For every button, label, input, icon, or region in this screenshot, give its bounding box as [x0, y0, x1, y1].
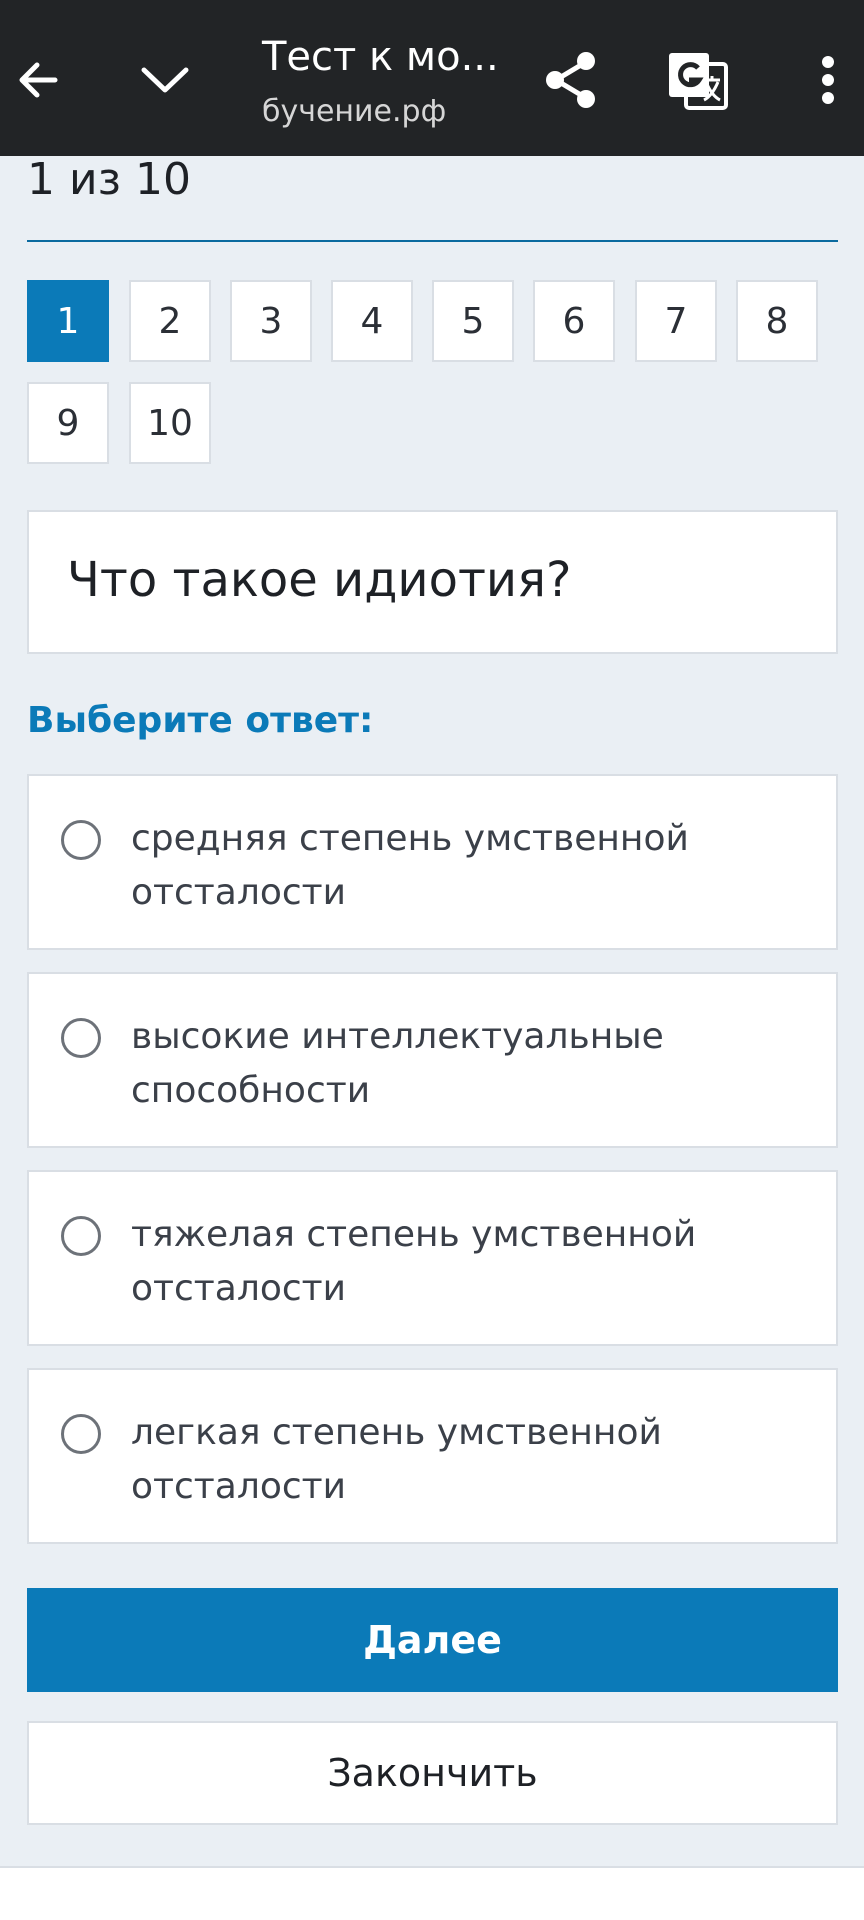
question-number-4[interactable]: 4	[331, 280, 413, 362]
radio-button[interactable]	[61, 1018, 101, 1058]
question-number-5[interactable]: 5	[432, 280, 514, 362]
question-number-9[interactable]: 9	[27, 382, 109, 464]
answer-option-3[interactable]: тяжелая степень умственной отсталости	[27, 1170, 838, 1346]
question-number-10[interactable]: 10	[129, 382, 211, 464]
browser-toolbar: Тест к мо... бучение.рф	[0, 0, 864, 156]
chevron-down-icon	[141, 67, 189, 93]
page-title: Тест к мо...	[262, 34, 499, 80]
more-options-button[interactable]	[800, 42, 856, 118]
question-card: Что такое идиотия?	[27, 510, 838, 654]
answer-option-2[interactable]: высокие интеллектуальные способности	[27, 972, 838, 1148]
translate-button[interactable]	[660, 46, 736, 116]
answer-option-4[interactable]: легкая степень умственной отсталости	[27, 1368, 838, 1544]
more-vertical-icon	[822, 56, 834, 104]
progress-counter: 1 из 10	[27, 154, 191, 205]
question-number-8[interactable]: 8	[736, 280, 818, 362]
arrow-left-icon	[19, 62, 58, 98]
answer-option-text: средняя степень умственной отсталости	[131, 818, 689, 913]
answer-option-text: тяжелая степень умственной отсталости	[131, 1214, 697, 1309]
answer-prompt: Выберите ответ:	[27, 700, 374, 741]
answer-option-text: высокие интеллектуальные способности	[131, 1016, 664, 1111]
radio-button[interactable]	[61, 820, 101, 860]
next-button[interactable]: Далее	[27, 1588, 838, 1692]
answer-option-text: легкая степень умственной отсталости	[131, 1412, 662, 1507]
radio-button[interactable]	[61, 1216, 101, 1256]
question-text: Что такое идиотия?	[67, 552, 572, 608]
back-button[interactable]	[8, 42, 68, 118]
share-icon	[546, 52, 595, 108]
question-number-1[interactable]: 1	[27, 280, 109, 362]
finish-button[interactable]: Закончить	[27, 1721, 838, 1825]
bottom-bar	[0, 1866, 864, 1920]
question-number-6[interactable]: 6	[533, 280, 615, 362]
translate-icon	[669, 53, 728, 110]
collapse-button[interactable]	[130, 42, 200, 118]
progress-divider	[27, 240, 838, 242]
question-number-3[interactable]: 3	[230, 280, 312, 362]
question-number-2[interactable]: 2	[129, 280, 211, 362]
radio-button[interactable]	[61, 1414, 101, 1454]
question-number-7[interactable]: 7	[635, 280, 717, 362]
page-url: бучение.рф	[262, 94, 447, 129]
share-button[interactable]	[538, 42, 604, 118]
answer-option-1[interactable]: средняя степень умственной отсталости	[27, 774, 838, 950]
